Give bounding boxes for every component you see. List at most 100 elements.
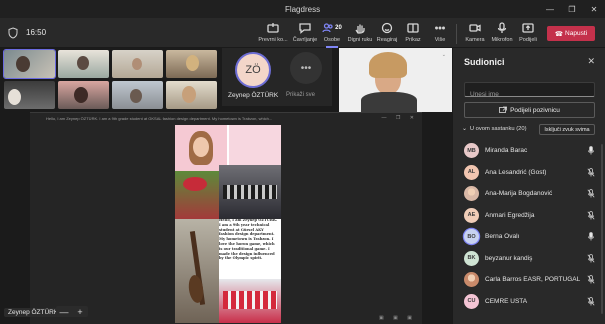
shared-view-icons: ▣ ▣ ▣ <box>379 315 416 321</box>
share-tray-label: Prevrni ko... <box>258 37 288 43</box>
avatar-name: Zeynep ÖZTÜRK <box>228 92 279 99</box>
active-speaker-video[interactable]: ⌄ <box>339 48 452 112</box>
participant-name: beyzanur kandiş <box>485 254 533 262</box>
share-tray-button[interactable]: Prevrni ko... <box>256 21 290 43</box>
panel-title: Sudionici <box>464 57 505 67</box>
close-window-button[interactable]: ✕ <box>583 0 605 18</box>
microphone-off-icon[interactable] <box>587 210 595 220</box>
microphone-off-icon[interactable] <box>587 253 595 263</box>
shared-window-controls: — ❐ ✕ <box>381 115 418 121</box>
avatar <box>464 272 479 287</box>
participant-name: Anmari Egredžija <box>485 211 535 219</box>
scrollbar[interactable] <box>601 144 603 314</box>
window-title: Flagdress <box>284 4 321 14</box>
people-label: Osobe <box>323 37 341 43</box>
video-tile[interactable] <box>166 50 217 78</box>
avatar: AE <box>464 207 479 223</box>
poster-text: Hello, I am Zeynep ÖZTÜRK. I am a 9th ye… <box>219 218 278 261</box>
zoom-in-button[interactable]: + <box>72 306 88 317</box>
participant-avatar-tile[interactable]: ZÖ Zeynep ÖZTÜRK ••• Prikaži sve <box>222 48 332 106</box>
share-tray-icon <box>267 21 279 35</box>
video-tile[interactable] <box>58 81 109 109</box>
participant-row[interactable]: AE Anmari Egredžija <box>453 205 605 227</box>
share-button[interactable]: Podijeli <box>511 21 545 43</box>
zoom-controls: — + <box>56 306 88 317</box>
microphone-icon <box>496 21 508 35</box>
video-tile[interactable] <box>112 81 163 109</box>
participant-row[interactable]: BO Berna Ovalı <box>453 226 605 248</box>
camera-icon <box>469 21 481 35</box>
video-tile[interactable] <box>3 49 56 79</box>
more-label: Više <box>434 37 446 43</box>
microphone-off-icon[interactable] <box>587 296 595 306</box>
more-icon <box>434 21 446 35</box>
leave-button[interactable]: ☎ Napusti <box>547 26 595 41</box>
participant-name: CEMRE USTA <box>485 297 528 305</box>
video-tile[interactable] <box>4 81 55 109</box>
participant-name: Carla Barros EASR, PORTUGAL <box>485 276 581 283</box>
microphone-icon[interactable] <box>587 232 595 241</box>
share-icon <box>522 21 534 35</box>
video-tile[interactable] <box>58 50 109 78</box>
participant-row[interactable]: Carla Barros EASR, PORTUGAL <box>453 269 605 291</box>
share-label: Podijeli <box>519 37 537 43</box>
chat-label: Čavrljanje <box>292 37 318 43</box>
avatar: ZÖ <box>235 52 271 88</box>
meeting-stage: ZÖ Zeynep ÖZTÜRK ••• Prikaži sve ⌄ Hello… <box>0 48 452 324</box>
shared-caption: Hello, I am Zeynep ÖZTÜRK. I am a 9th gr… <box>46 116 273 121</box>
meeting-timer: 16:50 <box>26 28 47 37</box>
search-input[interactable] <box>465 88 594 101</box>
chat-icon <box>299 21 311 35</box>
microphone-icon[interactable] <box>587 146 595 155</box>
toolbar-divider <box>456 24 457 44</box>
share-invite-button[interactable]: Podijeli pozivnicu <box>464 102 595 118</box>
view-label: Prikaz <box>405 37 421 43</box>
share-invite-label: Podijeli pozivnicu <box>510 106 560 114</box>
window-controls: — ❐ ✕ <box>539 0 605 18</box>
avatar: MB <box>464 143 479 158</box>
search-field[interactable] <box>464 82 595 101</box>
chevron-down-icon: ⌄ <box>462 126 467 132</box>
presenter-name: Zeynep ÖZTÜRK <box>4 308 63 317</box>
shared-screen[interactable]: Hello, I am Zeynep ÖZTÜRK. I am a 9th gr… <box>30 112 422 324</box>
microphone-label: Mikrofon <box>491 37 513 43</box>
camera-label: Kamera <box>465 37 485 43</box>
avatar: BO <box>464 229 479 244</box>
mute-all-button[interactable]: Isključi zvuk svima <box>539 124 595 135</box>
participant-name: Berna Ovalı <box>485 233 520 240</box>
microphone-off-icon[interactable] <box>587 275 595 284</box>
raise-hand-label: Digni ruku <box>347 37 373 43</box>
phone-hangup-icon: ☎ <box>554 30 564 38</box>
react-icon <box>381 21 393 35</box>
video-tile[interactable] <box>166 81 217 109</box>
participant-row[interactable]: BK beyzanur kandiş <box>453 248 605 270</box>
shield-icon <box>8 27 18 39</box>
people-icon: 20 <box>322 21 342 35</box>
more-button[interactable]: Više <box>423 21 457 43</box>
avatar: AL <box>464 164 479 180</box>
participant-row[interactable]: CU CEMRE USTA <box>453 291 605 313</box>
close-icon[interactable]: ✕ <box>587 56 595 67</box>
zoom-out-button[interactable]: — <box>56 306 72 317</box>
show-all-label: Prikaži sve <box>286 92 316 98</box>
in-meeting-section[interactable]: ⌄ U ovom sastanku (20) <box>462 126 527 132</box>
microphone-off-icon[interactable] <box>587 167 595 177</box>
maximize-button[interactable]: ❐ <box>561 0 583 18</box>
participants-panel: Sudionici ✕ Podijeli pozivnicu ⌄ U ovom … <box>452 48 605 324</box>
avatar <box>464 186 479 201</box>
share-invite-icon <box>499 106 507 113</box>
avatar: CU <box>464 293 479 309</box>
people-count-badge: 20 <box>335 25 342 31</box>
ellipsis-icon[interactable]: ••• <box>290 52 322 84</box>
participant-name: Ana-Marija Bogdanović <box>485 190 553 197</box>
participant-row[interactable]: Ana-Marija Bogdanović <box>453 183 605 205</box>
leave-label: Napusti <box>565 30 588 37</box>
section-label: U ovom sastanku (20) <box>469 126 527 132</box>
microphone-off-icon[interactable] <box>587 189 595 198</box>
minimize-button[interactable]: — <box>539 0 561 18</box>
video-tile[interactable] <box>112 50 163 78</box>
participant-row[interactable]: MB Miranda Barac <box>453 140 605 162</box>
participant-list: MB Miranda Barac AL Ana Lesandrić (Gost) Ana… <box>453 140 605 312</box>
avatar: BK <box>464 250 479 266</box>
participant-row[interactable]: AL Ana Lesandrić (Gost) <box>453 162 605 184</box>
